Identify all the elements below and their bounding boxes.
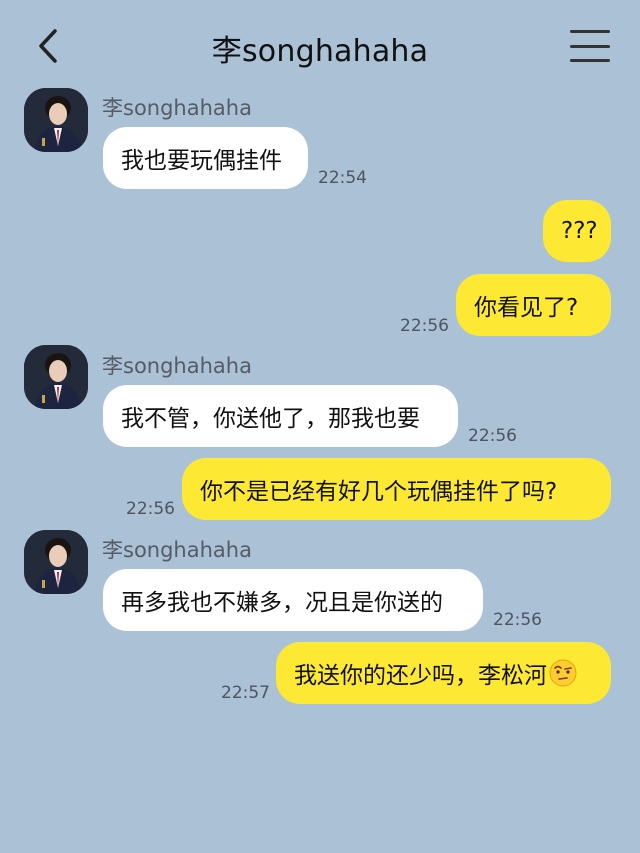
- message-text: 你不是已经有好几个玩偶挂件了吗?: [200, 479, 558, 505]
- sender-name: 李songhahaha: [102, 354, 252, 378]
- avatar-image: [24, 345, 88, 409]
- chat-header: 李songhahaha: [0, 0, 640, 90]
- menu-button[interactable]: [570, 30, 610, 62]
- message-time: 22:54: [318, 168, 367, 188]
- message-text: 你看见了?: [474, 295, 579, 321]
- message-text: 再多我也不嫌多，况且是你送的: [121, 590, 443, 616]
- chat-title: 李songhahaha: [211, 34, 429, 69]
- message-text: 我送你的还少吗，李松河: [294, 663, 547, 689]
- message-time: 22:56: [126, 499, 175, 519]
- message-text: ???: [561, 218, 598, 244]
- message-bubble-outgoing[interactable]: 你不是已经有好几个玩偶挂件了吗?: [182, 458, 611, 520]
- avatar-image: [24, 88, 88, 152]
- contact-avatar[interactable]: [24, 88, 88, 152]
- message-bubble-incoming[interactable]: 我不管，你送他了，那我也要: [103, 385, 458, 447]
- message-bubble-incoming[interactable]: 我也要玩偶挂件: [103, 127, 308, 189]
- menu-icon-bar: [570, 44, 610, 48]
- avatar-image: [24, 530, 88, 594]
- contact-avatar[interactable]: [24, 345, 88, 409]
- message-time: 22:56: [400, 316, 449, 336]
- menu-icon-bar: [570, 59, 610, 62]
- message-time: 22:56: [468, 426, 517, 446]
- message-bubble-incoming[interactable]: 再多我也不嫌多，况且是你送的: [103, 569, 483, 631]
- message-text: 我不管，你送他了，那我也要: [121, 406, 420, 432]
- message-bubble-outgoing[interactable]: ???: [543, 200, 611, 262]
- message-bubble-outgoing[interactable]: 你看见了?: [456, 274, 611, 336]
- message-time: 22:56: [493, 610, 542, 630]
- sender-name: 李songhahaha: [102, 96, 252, 120]
- sender-name: 李songhahaha: [102, 538, 252, 562]
- message-time: 22:57: [221, 683, 270, 703]
- raised-eyebrow-emoji-icon: [549, 659, 577, 687]
- message-bubble-outgoing[interactable]: 我送你的还少吗，李松河: [276, 642, 611, 704]
- message-text: 我也要玩偶挂件: [121, 148, 282, 174]
- menu-icon-bar: [570, 30, 610, 33]
- contact-avatar[interactable]: [24, 530, 88, 594]
